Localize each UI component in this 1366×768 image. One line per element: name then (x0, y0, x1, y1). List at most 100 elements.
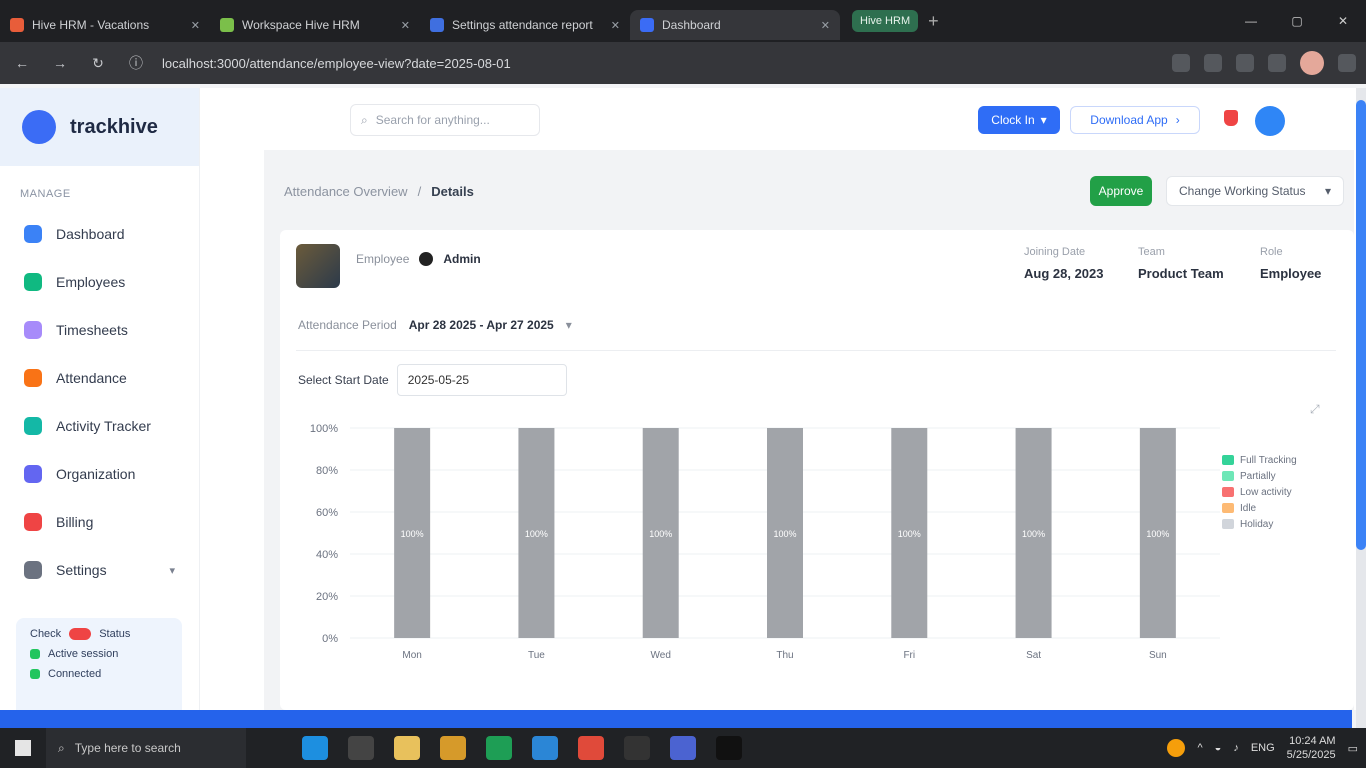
nav-icon (24, 465, 42, 483)
browser-tab[interactable]: Workspace Hive HRM ✕ (210, 10, 420, 40)
menu-icon[interactable] (1338, 54, 1356, 72)
app-icon[interactable] (670, 736, 696, 760)
x-tick-label: Tue (528, 650, 545, 661)
file-explorer-icon[interactable] (394, 736, 420, 760)
sidebar-item-settings[interactable]: Settings ▾ (0, 546, 199, 594)
period-value[interactable]: Apr 28 2025 - Apr 27 2025 (409, 318, 554, 332)
extension-icon[interactable] (1204, 54, 1222, 72)
browser-tab-bar: Hive HRM - Vacations ✕ Workspace Hive HR… (0, 0, 1366, 42)
status-item-label: Active session (48, 648, 119, 660)
vscode-icon[interactable] (532, 736, 558, 760)
download-app-button[interactable]: Download App › (1070, 106, 1200, 134)
legend-item[interactable]: Idle (1222, 500, 1297, 516)
network-icon[interactable]: ◒ (1215, 742, 1222, 754)
nav-icon (24, 513, 42, 531)
tab-favicon-icon (220, 18, 234, 32)
info-label: Joining Date (1024, 246, 1086, 258)
edge-icon[interactable] (302, 736, 328, 760)
expand-icon[interactable]: ⤢ (1310, 402, 1326, 418)
legend-item[interactable]: Low activity (1222, 484, 1297, 500)
sidebar-item-billing[interactable]: Billing (0, 498, 199, 546)
close-icon[interactable]: ✕ (401, 19, 410, 32)
cmd-icon[interactable] (716, 736, 742, 760)
start-date-input[interactable] (396, 364, 567, 396)
chevron-down-icon[interactable]: ▾ (566, 318, 572, 332)
url-field[interactable]: localhost:3000/attendance/employee-view?… (162, 56, 1158, 71)
clock[interactable]: 10:24 AM 5/25/2025 (1287, 734, 1336, 762)
chart-legend: Full Tracking Partially Low activity Idle Ho… (1222, 452, 1297, 532)
brand[interactable]: trackhive (0, 88, 199, 166)
legend-swatch (1222, 487, 1234, 497)
forward-icon[interactable]: → (48, 55, 72, 71)
tab-favicon-icon (430, 18, 444, 32)
new-tab-icon[interactable]: + (928, 11, 939, 32)
maximize-icon[interactable]: ▢ (1274, 0, 1320, 42)
taskbar-search[interactable]: ⌕ Type here to search (46, 728, 246, 768)
bookmark-icon[interactable] (1172, 54, 1190, 72)
y-tick-label: 100% (310, 423, 338, 435)
folder-icon[interactable] (440, 736, 466, 760)
search-box[interactable]: ⌕ Search for anything... (350, 104, 540, 136)
legend-item[interactable]: Partially (1222, 468, 1297, 484)
sidebar-item-employees[interactable]: Employees (0, 258, 199, 306)
sidebar-item-label: Activity Tracker (56, 418, 151, 434)
close-icon[interactable]: ✕ (611, 19, 620, 32)
arrow-icon: › (1175, 113, 1180, 127)
language-indicator[interactable]: ENG (1251, 742, 1275, 754)
sidebar-icon[interactable] (1268, 54, 1286, 72)
close-icon[interactable]: ✕ (821, 19, 830, 32)
clock-in-button[interactable]: Clock In ▾ (978, 106, 1060, 134)
search-input[interactable]: Search for anything... (376, 113, 490, 127)
profile-avatar[interactable] (1300, 51, 1324, 75)
legend-item[interactable]: Holiday (1222, 516, 1297, 532)
sidebar-item-label: Settings (56, 562, 107, 578)
breadcrumb-parent[interactable]: Attendance Overview (284, 184, 408, 199)
weather-icon[interactable] (1167, 739, 1186, 757)
brand-name: trackhive (70, 115, 158, 138)
chrome-icon[interactable] (578, 736, 604, 760)
user-avatar[interactable] (1255, 106, 1285, 136)
browser-tab[interactable]: Hive HRM - Vacations ✕ (0, 10, 210, 40)
close-window-icon[interactable]: ✕ (1320, 0, 1366, 42)
task-view-icon[interactable] (348, 736, 374, 760)
sidebar-item-label: Employees (56, 274, 126, 290)
employee-id-label: Employee (356, 252, 410, 266)
y-tick-label: 60% (316, 507, 338, 519)
legend-item[interactable]: Full Tracking (1222, 452, 1297, 468)
sidebar-item-dashboard[interactable]: Dashboard (0, 210, 199, 258)
breadcrumb-separator: / (417, 184, 422, 199)
browser-tab[interactable]: Settings attendance report ✕ (420, 10, 630, 40)
chevron-up-icon[interactable]: ^ (1197, 742, 1202, 754)
employee-name: Admin (443, 252, 481, 266)
notifications-icon[interactable]: ▭ (1348, 742, 1358, 755)
close-icon[interactable]: ✕ (191, 19, 200, 32)
page-scrollbar-thumb[interactable] (1356, 100, 1366, 550)
puzzle-icon[interactable] (1236, 54, 1254, 72)
sidebar-item-organization[interactable]: Organization (0, 450, 199, 498)
status-toggle[interactable] (69, 628, 92, 640)
site-info-icon[interactable]: ⓘ (124, 53, 148, 73)
terminal-icon[interactable] (624, 736, 650, 760)
approve-button[interactable]: Approve (1090, 176, 1152, 206)
volume-icon[interactable]: ♪ (1233, 742, 1239, 754)
back-icon[interactable]: ← (10, 55, 34, 71)
reload-icon[interactable]: ↻ (86, 55, 110, 72)
taskbar-search-input[interactable]: Type here to search (75, 741, 181, 755)
bar-value-label: 100% (401, 529, 424, 539)
sidebar-item-timesheets[interactable]: Timesheets (0, 306, 199, 354)
sidebar-item-attendance[interactable]: Attendance (0, 354, 199, 402)
x-tick-label: Fri (903, 650, 915, 661)
x-tick-label: Sun (1149, 650, 1167, 661)
legend-label: Low activity (1240, 486, 1292, 498)
x-tick-label: Thu (776, 650, 793, 661)
notification-bell-icon[interactable] (1224, 110, 1238, 126)
excel-icon[interactable] (486, 736, 512, 760)
minimize-icon[interactable]: — (1228, 0, 1274, 42)
browser-tab-active[interactable]: Dashboard ✕ (630, 10, 840, 40)
start-button[interactable] (0, 728, 46, 768)
tab-group-chip[interactable]: Hive HRM (852, 10, 919, 32)
chevron-down-icon: ▾ (1324, 184, 1331, 198)
working-status-select[interactable]: Change Working Status ▾ (1166, 176, 1344, 206)
sidebar-item-activity-tracker[interactable]: Activity Tracker (0, 402, 199, 450)
topbar: ⌕ Search for anything... Clock In ▾ Down… (210, 88, 1366, 150)
